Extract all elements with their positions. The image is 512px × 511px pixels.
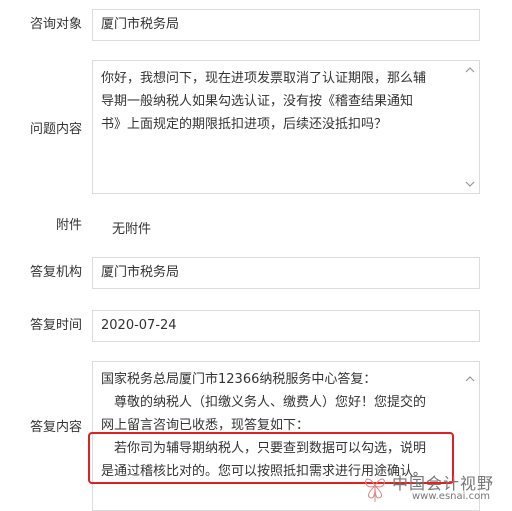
answer-line: 国家税务总局厦门市12366纳税服务中心答复： [101, 372, 377, 387]
attachment-value: 无附件 [112, 222, 152, 237]
attachment-label: 附件 [55, 218, 82, 233]
question-label: 问题内容 [29, 122, 82, 137]
target-label: 咨询对象 [29, 17, 82, 32]
time-label: 答复时间 [29, 318, 82, 333]
org-field[interactable]: 厦门市税务局 [92, 257, 480, 289]
answer-label: 答复内容 [29, 420, 82, 435]
scroll-up-arrow-icon[interactable] [465, 376, 475, 382]
question-textarea[interactable]: 你好，我想问下，现在进项发票取消了认证期限，那么辅 导期一般纳税人如果勾选认证，… [92, 60, 480, 194]
target-field[interactable]: 厦门市税务局 [92, 9, 480, 41]
question-line: 你好，我想问下，现在进项发票取消了认证期限，那么辅 [101, 71, 427, 86]
question-line: 导期一般纳税人如果勾选认证，没有按《稽查结果通知 [101, 94, 414, 109]
watermark-url: www.esnai.com [412, 491, 490, 502]
scroll-up-arrow-icon[interactable] [465, 67, 475, 73]
time-field[interactable]: 2020-07-24 [92, 310, 480, 342]
scroll-down-arrow-icon[interactable] [465, 181, 475, 187]
question-scrollbar[interactable] [461, 61, 479, 193]
org-label: 答复机构 [29, 265, 82, 280]
question-line: 书》上面规定的期限抵扣进项，后续还没抵扣吗？ [101, 117, 388, 132]
answer-line: 尊敬的纳税人（扣缴义务人、缴费人）您好！您提交的 [101, 395, 427, 410]
flower-logo-icon [365, 478, 385, 502]
watermark: 中国会计视野 www.esnai.com [360, 468, 512, 507]
